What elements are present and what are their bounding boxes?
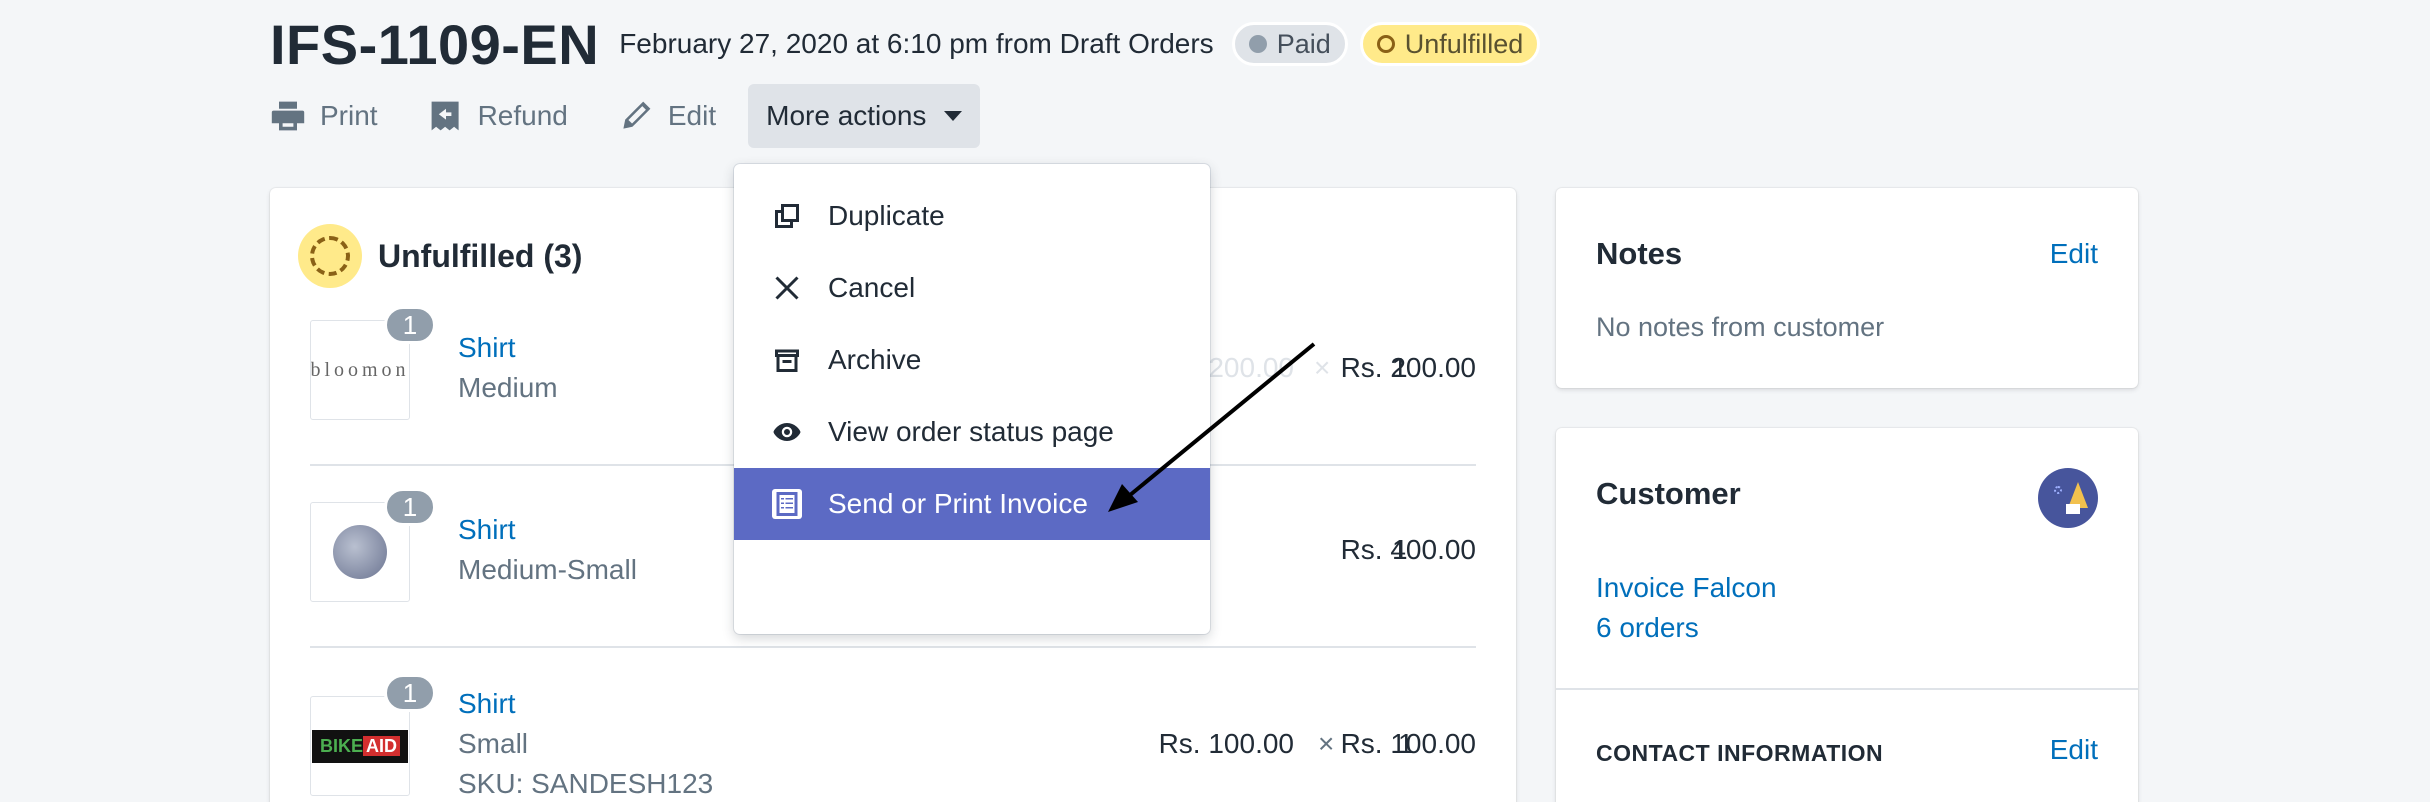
refund-button[interactable]: Refund [428,98,568,134]
menu-item-label: Send or Print Invoice [828,488,1088,519]
customer-name-link[interactable]: Invoice Falcon [1596,572,1777,604]
quantity-badge: 1 [384,488,436,526]
times-sign: × [1314,352,1331,383]
product-variant: Small [458,728,529,759]
menu-item-label: Duplicate [828,200,945,231]
menu-item-label: Cancel [828,272,916,303]
print-button[interactable]: Print [270,98,378,134]
order-header: IFS-1109-EN February 27, 2020 at 6:10 pm… [270,0,1541,88]
product-sku: SKU: SANDESH123 [458,768,714,799]
menu-item-view-status[interactable]: View order status page [734,396,1210,468]
more-actions-menu: Duplicate Cancel Archive View order stat… [734,164,1210,634]
contact-info-title: CONTACT INFORMATION [1596,740,1884,766]
unfulfilled-badge-label: Unfulfilled [1404,28,1524,59]
line-item: BIKE AID 1 Shirt Small SKU: SANDESH123 Rs… [310,674,1476,802]
unfulfilled-badge: Unfulfilled [1359,22,1541,66]
edit-label: Edit [667,100,717,131]
moon-image [333,525,387,579]
line-total: Rs. 100.00 [1340,728,1476,759]
notes-text: No notes from customer [1596,312,1885,342]
close-icon [772,273,802,303]
thumbnail-text: bloomon [310,358,410,381]
menu-item-label: View order status page [828,416,1114,447]
paid-badge-label: Paid [1276,28,1331,59]
unfulfilled-status-icon [298,224,362,288]
line-total: Rs. 400.00 [1340,534,1476,565]
product-variant: Medium-Small [458,554,637,585]
times-sign: × [1318,728,1335,759]
product-variant: Medium [458,372,558,403]
duplicate-icon [772,201,802,231]
product-name-link[interactable]: Shirt [458,514,516,546]
product-name-link[interactable]: Shirt [458,332,516,364]
menu-item-archive[interactable]: Archive [734,324,1210,396]
customer-title: Customer [1596,476,1741,511]
refund-label: Refund [477,100,568,131]
fulfillment-title: Unfulfilled (3) [378,237,583,274]
logo-text-a: BIKE [319,735,363,756]
unit-price: Rs. 100.00 [1158,728,1294,759]
product-thumbnail[interactable]: BIKE AID [310,696,410,796]
more-actions-button[interactable]: More actions [748,84,981,148]
customer-avatar [2038,468,2098,528]
ring-icon [1376,35,1395,53]
customer-card: Customer Invoice Falcon 6 orders CONTACT… [1556,428,2138,802]
quantity-badge: 1 [384,674,436,712]
fulfillment-header: Unfulfilled (3) [298,224,582,288]
quantity-badge: 1 [384,306,436,344]
eye-icon [772,417,802,447]
action-toolbar: Print Refund Edit More actions [270,84,981,148]
archive-icon [772,345,802,375]
notes-edit-link[interactable]: Edit [2050,238,2098,270]
more-actions-label: More actions [766,100,927,131]
printer-icon [271,101,305,131]
divider [310,646,1476,648]
order-meta: February 27, 2020 at 6:10 pm from Draft … [619,28,1214,59]
notes-title: Notes [1596,236,1683,271]
product-name-link[interactable]: Shirt [458,688,516,720]
notes-card: Notes Edit No notes from customer [1556,188,2138,388]
customer-orders-link[interactable]: 6 orders [1596,612,1699,644]
bikeaid-logo: BIKE AID [311,729,408,763]
print-label: Print [320,100,378,131]
invoice-icon [772,489,802,519]
pencil-icon [623,101,651,129]
caret-down-icon [944,111,963,121]
order-title: IFS-1109-EN [270,12,600,76]
menu-item-send-invoice[interactable]: Send or Print Invoice [734,468,1210,540]
contact-edit-link[interactable]: Edit [2050,734,2098,766]
paid-badge: Paid [1231,22,1348,66]
line-total: Rs. 200.00 [1340,352,1476,383]
menu-item-duplicate[interactable]: Duplicate [734,180,1210,252]
edit-button[interactable]: Edit [618,98,716,134]
dot-icon [1248,35,1267,53]
refund-icon [431,101,459,131]
menu-item-cancel[interactable]: Cancel [734,252,1210,324]
logo-text-b: AID [363,735,400,756]
divider [1556,688,2138,690]
menu-item-label: Archive [828,344,922,375]
